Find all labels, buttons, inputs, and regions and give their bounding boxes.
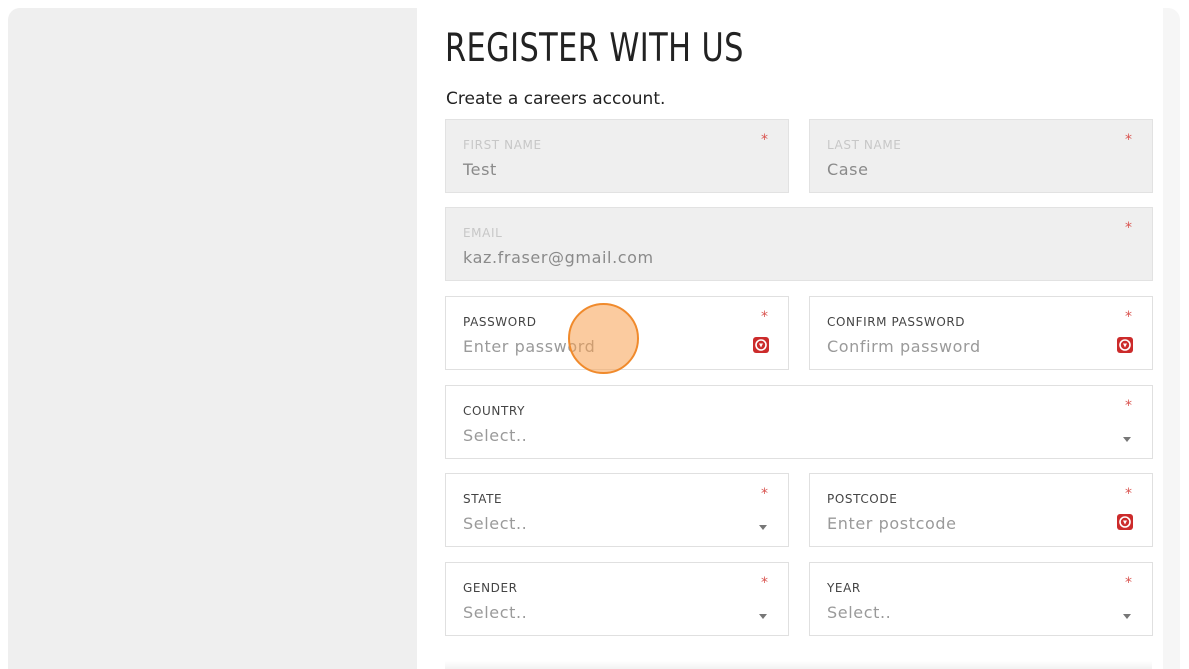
password-manager-icon[interactable]	[1117, 337, 1133, 353]
required-asterisk: *	[761, 132, 768, 148]
last-name-label: LAST NAME	[827, 138, 902, 152]
password-label: PASSWORD	[463, 315, 537, 329]
chevron-down-icon[interactable]	[759, 525, 767, 530]
password-manager-icon[interactable]	[1117, 514, 1133, 530]
confirm-password-field[interactable]: CONFIRM PASSWORD * Confirm password	[809, 296, 1153, 370]
postcode-field[interactable]: POSTCODE * Enter postcode	[809, 473, 1153, 547]
year-select[interactable]: YEAR * Select..	[809, 562, 1153, 636]
required-asterisk: *	[1125, 309, 1132, 325]
page-title: REGISTER WITH US	[445, 26, 744, 71]
left-panel	[8, 8, 417, 669]
required-asterisk: *	[761, 309, 768, 325]
required-asterisk: *	[1125, 398, 1132, 414]
password-manager-icon[interactable]	[753, 337, 769, 353]
bottom-edge	[445, 661, 1152, 669]
email-field[interactable]: EMAIL * kaz.fraser@gmail.com	[445, 207, 1153, 281]
postcode-label: POSTCODE	[827, 492, 898, 506]
password-placeholder: Enter password	[463, 337, 596, 356]
state-label: STATE	[463, 492, 503, 506]
state-placeholder: Select..	[463, 514, 528, 533]
required-asterisk: *	[1125, 575, 1132, 591]
confirm-password-label: CONFIRM PASSWORD	[827, 315, 966, 329]
country-select[interactable]: COUNTRY * Select..	[445, 385, 1153, 459]
state-select[interactable]: STATE * Select..	[445, 473, 789, 547]
required-asterisk: *	[1125, 220, 1132, 236]
confirm-password-placeholder: Confirm password	[827, 337, 981, 356]
last-name-field[interactable]: LAST NAME * Case	[809, 119, 1153, 193]
required-asterisk: *	[1125, 486, 1132, 502]
required-asterisk: *	[1125, 132, 1132, 148]
year-placeholder: Select..	[827, 603, 892, 622]
chevron-down-icon[interactable]	[759, 614, 767, 619]
chevron-down-icon[interactable]	[1123, 437, 1131, 442]
country-placeholder: Select..	[463, 426, 528, 445]
page-subtitle: Create a careers account.	[446, 89, 666, 109]
last-name-value: Case	[827, 160, 869, 179]
chevron-down-icon[interactable]	[1123, 614, 1131, 619]
gender-placeholder: Select..	[463, 603, 528, 622]
country-label: COUNTRY	[463, 404, 526, 418]
required-asterisk: *	[761, 486, 768, 502]
required-asterisk: *	[761, 575, 768, 591]
postcode-placeholder: Enter postcode	[827, 514, 957, 533]
gender-select[interactable]: GENDER * Select..	[445, 562, 789, 636]
first-name-value: Test	[463, 160, 497, 179]
email-label: EMAIL	[463, 226, 503, 240]
gender-label: GENDER	[463, 581, 518, 595]
password-field[interactable]: PASSWORD * Enter password	[445, 296, 789, 370]
year-label: YEAR	[827, 581, 861, 595]
email-value: kaz.fraser@gmail.com	[463, 248, 654, 267]
first-name-field[interactable]: FIRST NAME * Test	[445, 119, 789, 193]
first-name-label: FIRST NAME	[463, 138, 542, 152]
